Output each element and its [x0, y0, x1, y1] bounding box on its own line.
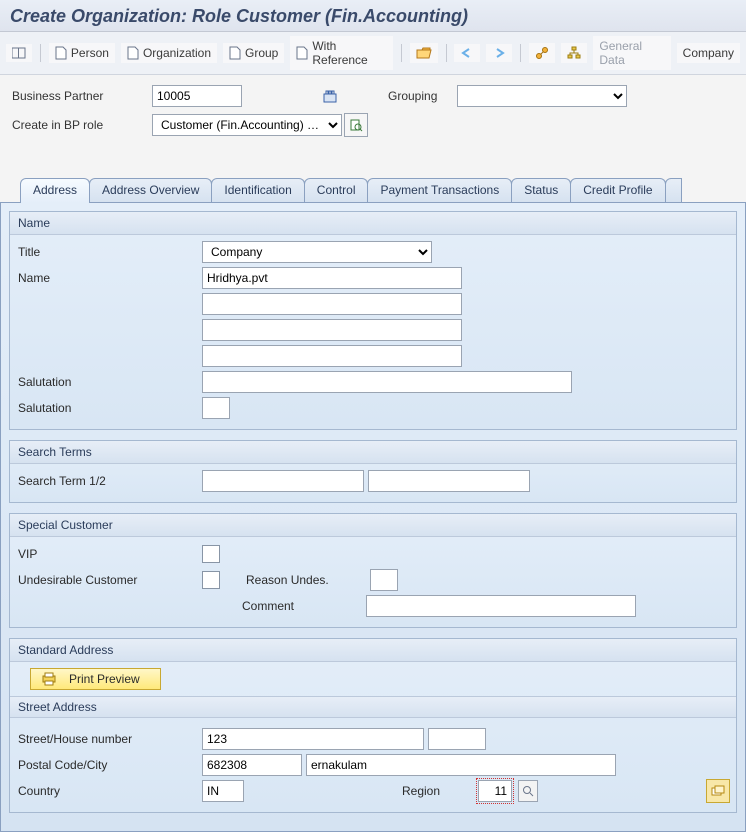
create-role-select[interactable]: Customer (Fin.Accounting) …: [152, 114, 342, 136]
undesirable-label: Undesirable Customer: [16, 573, 198, 587]
salutation2-input[interactable]: [202, 397, 230, 419]
group-standard-address: Standard Address Print Preview Street Ad…: [9, 638, 737, 813]
street-label: Street/House number: [16, 732, 198, 746]
salutation-input[interactable]: [202, 371, 572, 393]
print-preview-label: Print Preview: [69, 672, 140, 686]
tab-credit-profile[interactable]: Credit Profile: [570, 178, 665, 202]
title-select[interactable]: Company: [202, 241, 432, 263]
tab-payment-transactions[interactable]: Payment Transactions: [367, 178, 512, 202]
reason-label: Reason Undes.: [246, 573, 366, 587]
create-role-label: Create in BP role: [12, 118, 152, 132]
search-help-icon: [522, 785, 534, 797]
print-icon: [41, 672, 57, 686]
house-number-input[interactable]: [428, 728, 486, 750]
nav-back-button[interactable]: [454, 44, 480, 62]
general-data-label: General Data: [599, 39, 664, 67]
postal-label: Postal Code/City: [16, 758, 198, 772]
grouping-select[interactable]: [457, 85, 627, 107]
title-label: Title: [16, 245, 198, 259]
group-special-head: Special Customer: [10, 514, 736, 537]
application-toolbar: Person Organization Group With Reference: [0, 32, 746, 75]
person-label: Person: [71, 46, 109, 60]
open-folder-button[interactable]: [410, 43, 438, 63]
general-data-button: General Data: [593, 36, 670, 70]
company-label: Company: [683, 46, 734, 60]
business-partner-label: Business Partner: [12, 89, 152, 103]
street-address-head: Street Address: [10, 696, 736, 718]
name-label: Name: [16, 271, 198, 285]
locator-button[interactable]: [6, 44, 32, 62]
info-icon[interactable]: [322, 88, 338, 104]
role-switch-button[interactable]: [344, 113, 368, 137]
search-term-label: Search Term 1/2: [16, 474, 198, 488]
group-label: Group: [245, 46, 278, 60]
nav-forward-button[interactable]: [486, 44, 512, 62]
organization-button[interactable]: Organization: [121, 43, 217, 63]
country-label: Country: [16, 784, 198, 798]
tab-control[interactable]: Control: [304, 178, 369, 202]
with-reference-button[interactable]: With Reference: [290, 36, 392, 70]
tab-address[interactable]: Address: [20, 178, 90, 203]
group-standard-address-head: Standard Address: [10, 639, 736, 662]
page-icon: [127, 46, 139, 60]
organization-label: Organization: [143, 46, 211, 60]
vip-checkbox[interactable]: [202, 545, 220, 563]
tab-strip: Address Address Overview Identification …: [0, 177, 746, 203]
comment-label: Comment: [242, 599, 362, 613]
hierarchy-icon: [567, 46, 581, 60]
more-icon: [711, 785, 725, 797]
with-reference-label: With Reference: [312, 39, 386, 67]
name-input-3[interactable]: [202, 319, 462, 341]
page-icon: [296, 46, 308, 60]
reason-input[interactable]: [370, 569, 398, 591]
region-input[interactable]: [478, 780, 512, 802]
locator-icon: [12, 47, 26, 59]
group-search-terms: Search Terms Search Term 1/2: [9, 440, 737, 503]
street-input[interactable]: [202, 728, 424, 750]
tab-more[interactable]: [665, 178, 682, 202]
search-term-1-input[interactable]: [202, 470, 364, 492]
name-input-2[interactable]: [202, 293, 462, 315]
open-folder-icon: [416, 46, 432, 60]
region-label: Region: [402, 784, 440, 798]
vip-label: VIP: [16, 547, 198, 561]
grouping-label: Grouping: [388, 89, 437, 103]
search-term-2-input[interactable]: [368, 470, 530, 492]
arrow-right-icon: [492, 47, 506, 59]
magnify-doc-icon: [349, 118, 363, 132]
page-icon: [229, 46, 241, 60]
postal-code-input[interactable]: [202, 754, 302, 776]
tab-status[interactable]: Status: [511, 178, 571, 202]
group-special-customer: Special Customer VIP Undesirable Custome…: [9, 513, 737, 628]
more-addresses-button[interactable]: [706, 779, 730, 803]
tab-address-overview[interactable]: Address Overview: [89, 178, 212, 202]
city-input[interactable]: [306, 754, 616, 776]
salutation2-label: Salutation: [16, 401, 198, 415]
business-partner-input[interactable]: [152, 85, 242, 107]
name-input-1[interactable]: [202, 267, 462, 289]
tab-body-address: Name Title Company Name: [0, 203, 746, 832]
undesirable-checkbox[interactable]: [202, 571, 220, 589]
group-search-terms-head: Search Terms: [10, 441, 736, 464]
name-input-4[interactable]: [202, 345, 462, 367]
company-button[interactable]: Company: [677, 43, 740, 63]
group-name: Name Title Company Name: [9, 211, 737, 430]
person-button[interactable]: Person: [49, 43, 115, 63]
page-title: Create Organization: Role Customer (Fin.…: [10, 6, 468, 26]
arrow-left-icon: [460, 47, 474, 59]
header-area: Business Partner Grouping Create in BP r…: [0, 75, 746, 153]
salutation-label: Salutation: [16, 375, 198, 389]
page-icon: [55, 46, 67, 60]
group-button[interactable]: Group: [223, 43, 284, 63]
tab-identification[interactable]: Identification: [211, 178, 304, 202]
group-name-head: Name: [10, 212, 736, 235]
country-input[interactable]: [202, 780, 244, 802]
relationships-icon: [535, 46, 549, 60]
switch-button[interactable]: [561, 43, 587, 63]
region-f4-button[interactable]: [518, 780, 538, 802]
comment-input[interactable]: [366, 595, 636, 617]
relationships-button[interactable]: [529, 43, 555, 63]
print-preview-button[interactable]: Print Preview: [30, 668, 161, 690]
